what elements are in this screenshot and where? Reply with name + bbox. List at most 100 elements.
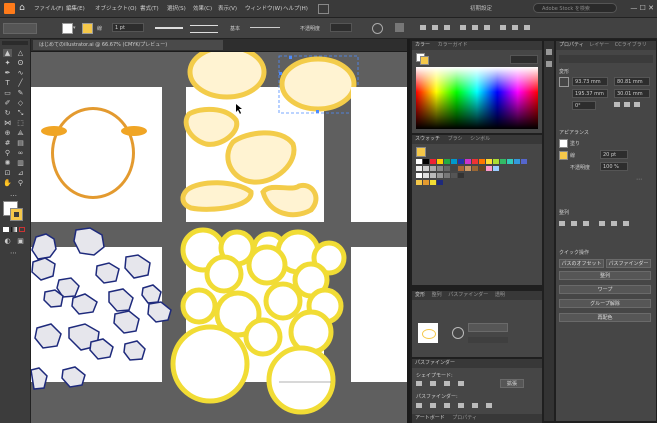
appearance-stroke-chip[interactable] (559, 151, 568, 160)
align-buttons[interactable] (559, 221, 653, 229)
more-tools-icon[interactable]: … (9, 190, 18, 198)
stroke-swatch[interactable] (82, 23, 93, 34)
align-quick-button[interactable]: 整列 (559, 271, 651, 280)
menu-view[interactable]: 表示(V) (218, 4, 237, 12)
artboard-3[interactable] (351, 87, 407, 222)
style-icon[interactable] (395, 23, 404, 32)
reference-point-icon[interactable] (559, 77, 569, 87)
tab-transform[interactable]: 変形 (415, 292, 425, 298)
paintbrush-tool-icon[interactable]: ✎ (16, 89, 25, 97)
gradient-mode-icon[interactable] (11, 227, 17, 232)
tab-libraries[interactable]: CCライブラリ (615, 42, 647, 48)
expand-button[interactable]: 拡張 (500, 379, 524, 388)
perspective-tool-icon[interactable]: ⟁ (16, 129, 25, 137)
tab-artboards[interactable]: アートボード (415, 415, 445, 421)
menu-window[interactable]: ウィンドウ(W) (245, 4, 282, 12)
chevron-down-icon[interactable]: ▾ (73, 25, 76, 31)
fill-swatch[interactable] (62, 23, 73, 34)
brush-preview[interactable] (190, 25, 218, 33)
w-field[interactable]: 80.81 mm (614, 77, 650, 86)
swatch-active-chip[interactable] (416, 147, 426, 157)
color-mode-icon[interactable] (3, 227, 9, 232)
direct-selection-tool-icon[interactable]: △ (16, 49, 25, 57)
rectangle-tool-icon[interactable]: ▭ (3, 89, 12, 97)
angle-field[interactable]: 0° (572, 101, 596, 110)
rotate-tool-icon[interactable]: ↻ (3, 109, 12, 117)
x-field[interactable]: 93.73 mm (572, 77, 608, 86)
curvature-tool-icon[interactable]: ∿ (16, 69, 25, 77)
appearance-opacity-field[interactable]: 100 % (600, 162, 628, 171)
edit-toolbar-icon[interactable]: ⋯ (9, 249, 18, 257)
color-spectrum[interactable] (416, 67, 538, 129)
tab-properties-bottom[interactable]: プロパティ (452, 415, 477, 421)
appearance-stroke-field[interactable]: 20 pt (600, 150, 628, 159)
recolor-icon[interactable] (372, 23, 383, 34)
gradient-tool-icon[interactable]: ▤ (16, 139, 25, 147)
symbol-sprayer-tool-icon[interactable]: ✺ (3, 159, 12, 167)
align-icons[interactable] (420, 24, 560, 31)
tab-properties[interactable]: プロパティ (559, 42, 584, 48)
tab-color-guide[interactable]: カラーガイド (438, 42, 468, 48)
free-transform-tool-icon[interactable]: ⬚ (16, 119, 25, 127)
eraser-tool-icon[interactable]: ◇ (16, 99, 25, 107)
draw-mode-icon[interactable]: ◐ (3, 237, 12, 245)
tab-pathfinder-panel[interactable]: パスファインダー (415, 360, 455, 366)
tab-pathfinder[interactable]: パスファインダー (448, 292, 488, 298)
mesh-tool-icon[interactable]: # (3, 139, 12, 147)
menu-edit[interactable]: 編集(E) (66, 4, 85, 12)
tab-symbols[interactable]: シンボル (470, 136, 490, 142)
document-tab[interactable]: はじめてのillustrator.ai @ 66.67% (CMYK/プレビュー… (33, 40, 223, 50)
lasso-tool-icon[interactable]: ʘ (16, 59, 25, 67)
color-stroke-chip[interactable] (420, 56, 429, 65)
appearance-fill-chip[interactable] (559, 139, 568, 148)
scale-tool-icon[interactable]: ⤡ (16, 109, 25, 117)
recolor-button[interactable]: 再配色 (559, 313, 651, 322)
menu-effect[interactable]: 効果(C) (193, 4, 212, 12)
flip-icons[interactable] (614, 102, 650, 108)
magic-wand-tool-icon[interactable]: ✦ (3, 59, 12, 67)
hex-field[interactable] (510, 55, 538, 64)
menu-select[interactable]: 選択(S) (167, 4, 186, 12)
canvas[interactable] (31, 52, 407, 423)
toolbar-grip[interactable] (2, 41, 28, 45)
stock-search-input[interactable]: Adobe Stock を検索 (533, 3, 617, 13)
artboard-tool-icon[interactable]: ⊡ (3, 169, 12, 177)
slice-tool-icon[interactable]: ⊿ (16, 169, 25, 177)
h-field[interactable]: 30.01 mm (614, 89, 650, 98)
tab-color[interactable]: カラー (415, 42, 430, 48)
layout-icon[interactable] (318, 4, 329, 14)
eyedropper-tool-icon[interactable]: ⚲ (3, 149, 12, 157)
type-tool-icon[interactable]: T (3, 79, 12, 87)
blend-tool-icon[interactable]: ∞ (16, 149, 25, 157)
hand-tool-icon[interactable]: ✋ (3, 179, 12, 187)
width-tool-icon[interactable]: ⋈ (3, 119, 12, 127)
tab-align[interactable]: 整列 (432, 292, 442, 298)
artboard-6[interactable] (351, 247, 407, 382)
ungroup-button[interactable]: グループ解除 (559, 299, 651, 308)
menu-object[interactable]: オブジェクト(O) (95, 4, 137, 12)
tab-swatches[interactable]: スウォッチ (415, 136, 440, 142)
workspace-label[interactable]: 初期設定 (470, 4, 492, 12)
menu-file[interactable]: ファイル(F) (34, 4, 63, 12)
pathfinder-button[interactable]: パスファインダー (606, 259, 651, 268)
stroke-weight-field[interactable]: 1 pt (112, 23, 144, 32)
y-field[interactable]: 195.37 mm (572, 89, 608, 98)
stroke-color-icon[interactable] (10, 208, 23, 221)
screen-mode-icon[interactable]: ▣ (16, 237, 25, 245)
home-icon[interactable]: ⌂ (17, 3, 27, 13)
line-tool-icon[interactable]: ╱ (16, 79, 25, 87)
menu-type[interactable]: 書式(T) (140, 4, 159, 12)
pathfinder-icons[interactable] (416, 403, 526, 410)
window-controls[interactable]: — ☐ ✕ (624, 3, 654, 13)
more-options-icon[interactable]: ⋯ (636, 176, 646, 183)
swatch-grid[interactable] (416, 159, 536, 199)
warp-button[interactable]: ワープ (559, 285, 651, 294)
pen-tool-icon[interactable]: ✒ (3, 69, 12, 77)
shape-builder-tool-icon[interactable]: ⊕ (3, 129, 12, 137)
variable-width-profile[interactable] (155, 27, 183, 29)
offset-path-button[interactable]: パスのオフセット (559, 259, 604, 268)
shape-mode-icons[interactable] (416, 381, 496, 388)
tab-layers[interactable]: レイヤー (589, 42, 609, 48)
opacity-field[interactable] (330, 23, 352, 32)
tab-brushes[interactable]: ブラシ (448, 136, 463, 142)
